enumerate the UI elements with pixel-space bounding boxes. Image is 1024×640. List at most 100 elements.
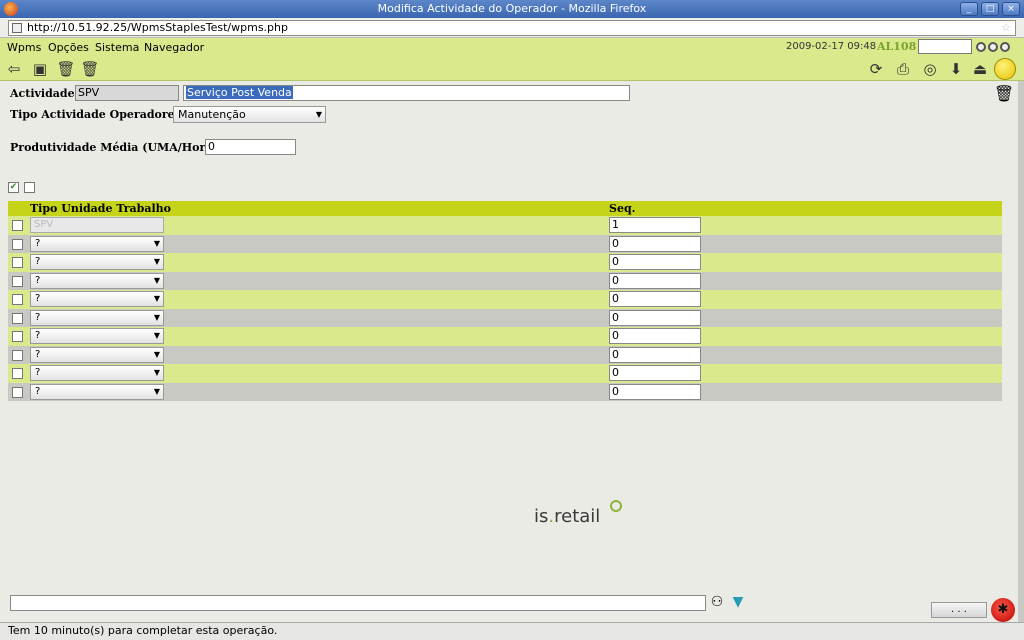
more-button[interactable]: . . . (931, 602, 987, 618)
trash-icon[interactable]: 🗑 (993, 84, 1015, 108)
chevron-down-icon: ▼ (153, 331, 160, 340)
quick-search-input[interactable] (918, 39, 972, 54)
tipo-select[interactable]: ? ▼ (30, 291, 164, 307)
copy-delete-icon[interactable]: 🗑 (80, 59, 100, 79)
logo-prefix: is (534, 506, 549, 527)
chevron-down-icon: ▼ (153, 312, 160, 322)
print-icon[interactable]: ⎙ (893, 59, 913, 79)
seq-input[interactable]: 0 (609, 383, 701, 400)
help-lifebuoy-icon[interactable]: ◎ (920, 59, 940, 79)
dot-icon[interactable] (1000, 42, 1010, 52)
datetime: 2009-02-17 09:48 (786, 41, 877, 52)
window-dots (976, 42, 1010, 52)
dot-icon[interactable] (988, 42, 998, 52)
seq-input[interactable]: 0 (609, 365, 701, 381)
chevron-down-icon: ▼ (153, 238, 160, 248)
menu-opcoes[interactable]: Opções (48, 41, 89, 54)
seq-input[interactable]: 0 (609, 346, 701, 363)
seq-input[interactable]: 0 (609, 254, 701, 270)
window-title: Modifica Actividade do Operador - Mozill… (377, 2, 647, 15)
actividade-code-field[interactable]: SPV (75, 85, 179, 101)
tipo-actividade-value: Manutenção (178, 108, 246, 121)
row-checkbox[interactable] (12, 331, 23, 342)
status-bar: Tem 10 minuto(s) para completar esta ope… (0, 622, 1024, 640)
menu-sistema[interactable]: Sistema (95, 41, 139, 54)
tipo-select-value: ? (35, 293, 41, 304)
toolbar: ⇦ ▣ 🗑 🗑 ⟳ ⎙ ◎ ⬇ ⏏ (0, 57, 1024, 81)
row-checkbox[interactable] (12, 220, 23, 231)
status-yellow-icon[interactable] (994, 58, 1016, 80)
menu-navegador[interactable]: Navegador (144, 41, 204, 54)
tipo-select-value: ? (35, 330, 41, 341)
minimize-button[interactable]: _ (960, 2, 978, 16)
tipo-actividade-label: Tipo Actividade Operadores: (10, 108, 185, 121)
tipo-select[interactable]: ? ▼ (30, 383, 164, 400)
menu-bar: Wpms Opções Sistema Navegador 2009-02-17… (0, 38, 1024, 57)
table-row: ? ▼ 0 (8, 345, 1002, 364)
row-checkbox[interactable] (12, 257, 23, 268)
row-checkbox[interactable] (12, 275, 23, 287)
dot-icon[interactable] (976, 42, 986, 52)
url-text: http://10.51.92.25/WpmsStaplesTest/wpms.… (27, 21, 288, 34)
produtividade-field[interactable]: 0 (205, 139, 296, 155)
row-checkbox[interactable] (12, 294, 23, 305)
seq-input[interactable]: 1 (609, 217, 701, 233)
menu-wpms[interactable]: Wpms (7, 41, 41, 54)
tipo-actividade-select[interactable]: Manutenção ▼ (173, 106, 326, 123)
tipo-select-value: ? (35, 237, 41, 249)
main-content: Actividade: SPV Serviço Post Venda 🗑 Tip… (0, 81, 1024, 622)
user-id: AL108 (877, 40, 917, 53)
actividade-desc-text: Serviço Post Venda (186, 86, 293, 99)
export-icon[interactable]: ⏏ (970, 59, 990, 79)
download-icon[interactable]: ⬇ (946, 59, 966, 79)
firefox-icon[interactable] (4, 2, 18, 16)
row-checkbox[interactable] (12, 349, 23, 361)
chevron-down-icon: ▼ (153, 368, 160, 377)
table-header: Tipo Unidade Trabalho Seq. (8, 201, 1002, 216)
scrollbar[interactable] (1018, 81, 1024, 622)
save-icon[interactable]: ▣ (30, 59, 50, 79)
seq-input[interactable]: 0 (609, 235, 701, 252)
seq-input[interactable]: 0 (609, 309, 701, 326)
logo-swirl-icon (610, 500, 622, 512)
chevron-down-icon: ▼ (153, 257, 160, 266)
seq-input[interactable]: 0 (609, 328, 701, 344)
tipo-select[interactable]: ? ▼ (30, 272, 164, 289)
bookmark-star-icon[interactable]: ☆ (1001, 21, 1011, 35)
tipo-select-value: ? (35, 385, 41, 397)
back-arrow-icon[interactable]: ⇦ (4, 59, 24, 79)
close-button[interactable]: × (1002, 2, 1020, 16)
binoculars-icon[interactable]: ⚇ (708, 594, 726, 612)
table-row: ? ▼ 0 (8, 253, 1002, 272)
seq-input[interactable]: 0 (609, 291, 701, 307)
chevron-down-icon: ▼ (153, 275, 160, 285)
window-controls: _ □ × (960, 2, 1020, 16)
actividade-desc-field[interactable]: Serviço Post Venda (183, 85, 630, 101)
tipo-select-value: ? (35, 311, 41, 323)
select-all-checkbox[interactable]: ✔ (8, 182, 19, 193)
table-row: ? ▼ 0 (8, 290, 1002, 309)
tipo-select[interactable]: ? ▼ (30, 235, 164, 252)
address-input[interactable]: http://10.51.92.25/WpmsStaplesTest/wpms.… (8, 20, 1016, 36)
filter-icon[interactable]: ▼ (729, 594, 747, 612)
refresh-icon[interactable]: ⟳ (866, 59, 886, 79)
message-input[interactable] (10, 595, 706, 611)
delete-icon[interactable]: 🗑 (56, 59, 76, 79)
tipo-select[interactable]: ? ▼ (30, 328, 164, 344)
row-checkbox[interactable] (12, 368, 23, 379)
maximize-button[interactable]: □ (981, 2, 999, 16)
table-row: ? ▼ 0 (8, 382, 1002, 401)
seq-input[interactable]: 0 (609, 272, 701, 289)
deselect-all-checkbox[interactable] (24, 182, 35, 193)
produtividade-label: Produtividade Média (UMA/Hora): (10, 141, 222, 154)
row-checkbox[interactable] (12, 238, 23, 250)
tipo-select-value: ? (35, 348, 41, 360)
tipo-select[interactable]: ? ▼ (30, 346, 164, 363)
tipo-select[interactable]: ? ▼ (30, 365, 164, 381)
tipo-select[interactable]: ? ▼ (30, 254, 164, 270)
row-checkbox[interactable] (12, 386, 23, 398)
tipo-select[interactable]: ? ▼ (30, 309, 164, 326)
row-checkbox[interactable] (12, 312, 23, 324)
header-tipo: Tipo Unidade Trabalho (30, 202, 171, 215)
bug-icon[interactable]: ✱ (991, 598, 1015, 622)
